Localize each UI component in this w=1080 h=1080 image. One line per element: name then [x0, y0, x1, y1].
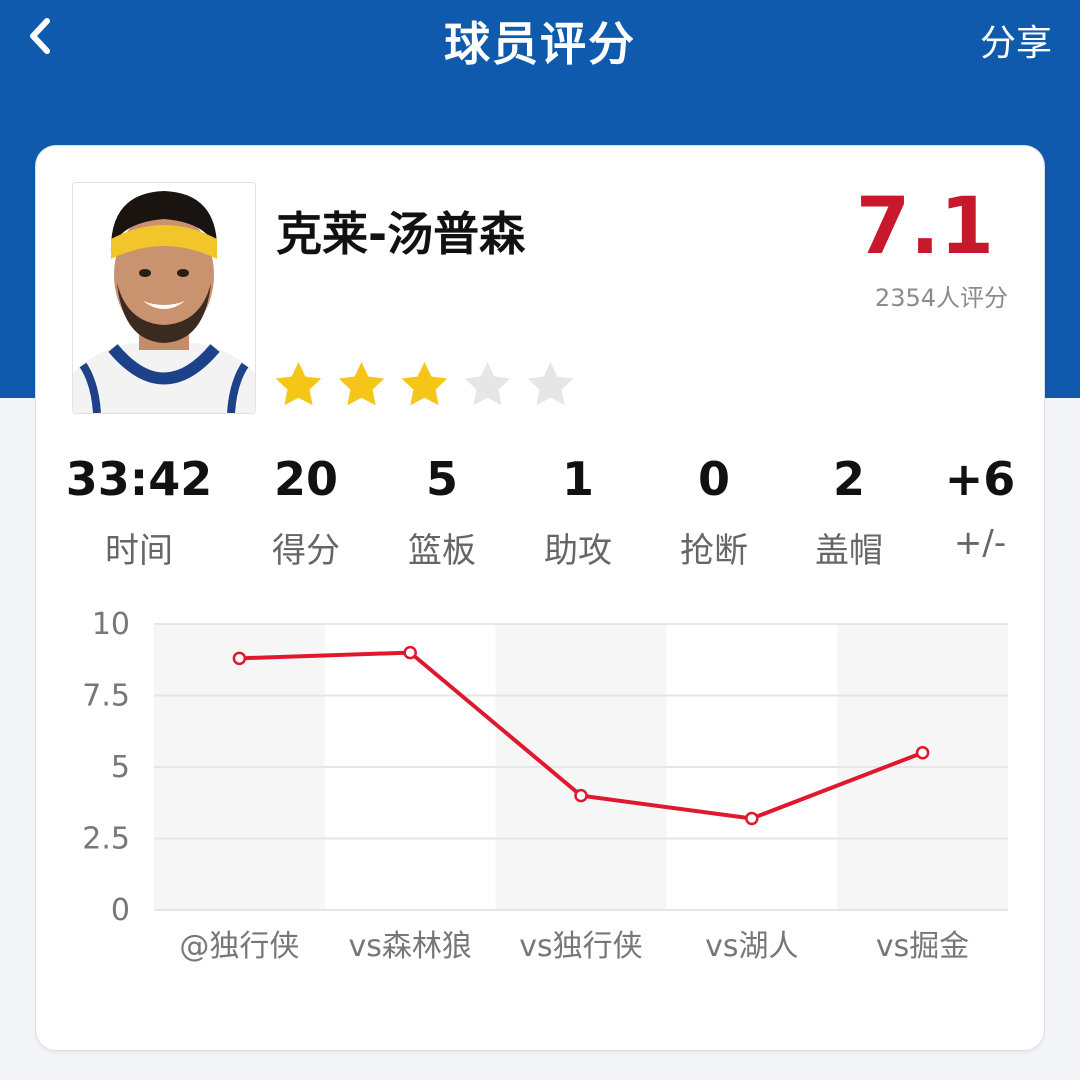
y-tick-label: 10	[92, 607, 130, 642]
stat-label: +/-	[953, 522, 1007, 563]
player-avatar	[72, 182, 256, 414]
x-tick-label: vs森林狼	[349, 929, 472, 964]
data-point	[915, 745, 930, 760]
star-filled-icon	[275, 361, 322, 406]
data-point	[403, 645, 417, 660]
player-name: 克莱-汤普森	[276, 207, 526, 261]
stat-value: 33:42	[65, 452, 213, 506]
stat-label: 时间	[105, 530, 173, 571]
rating-count: 2354人评分	[874, 284, 1008, 312]
star-empty-icon	[527, 361, 574, 406]
player-rating-card: 克莱-汤普森 7.1 2354人评分 33:42 时间 20 得分 5 篮板 1 助攻 0 抢断 2…	[36, 146, 1044, 1050]
y-tick-label: 7.5	[82, 679, 130, 714]
star-empty-icon	[464, 361, 511, 406]
x-tick-label: @独行侠	[179, 929, 299, 964]
stat-item: 33:42 时间	[49, 454, 229, 572]
rating-trend-chart: 0 2.5 5 7.5 10 @独行侠 vs森林狼 vs独行侠 vs湖人 vs掘金	[82, 607, 1008, 964]
stat-value: +6	[944, 452, 1016, 506]
data-point	[232, 651, 247, 666]
y-tick-label: 2.5	[82, 822, 130, 857]
share-button[interactable]: 分享	[980, 14, 1052, 66]
rating-score: 7.1	[855, 182, 994, 272]
rating-stars	[272, 358, 577, 411]
y-tick-label: 5	[111, 750, 130, 785]
data-point	[745, 811, 759, 826]
x-tick-label: vs掘金	[876, 929, 969, 964]
stat-item: +6 +/-	[890, 454, 1070, 563]
page-title: 球员评分	[444, 17, 636, 71]
stats-row: 33:42 时间 20 得分 5 篮板 1 助攻 0 抢断 2 盖帽 +6 +/-	[36, 454, 1044, 574]
star-filled-icon	[401, 361, 448, 406]
star-filled-icon	[338, 361, 385, 406]
y-tick-label: 0	[111, 893, 130, 928]
x-tick-label: vs独行侠	[519, 929, 642, 964]
top-bar: 球员评分 分享	[0, 0, 1080, 80]
data-point	[574, 788, 588, 803]
x-tick-label: vs湖人	[705, 929, 798, 964]
